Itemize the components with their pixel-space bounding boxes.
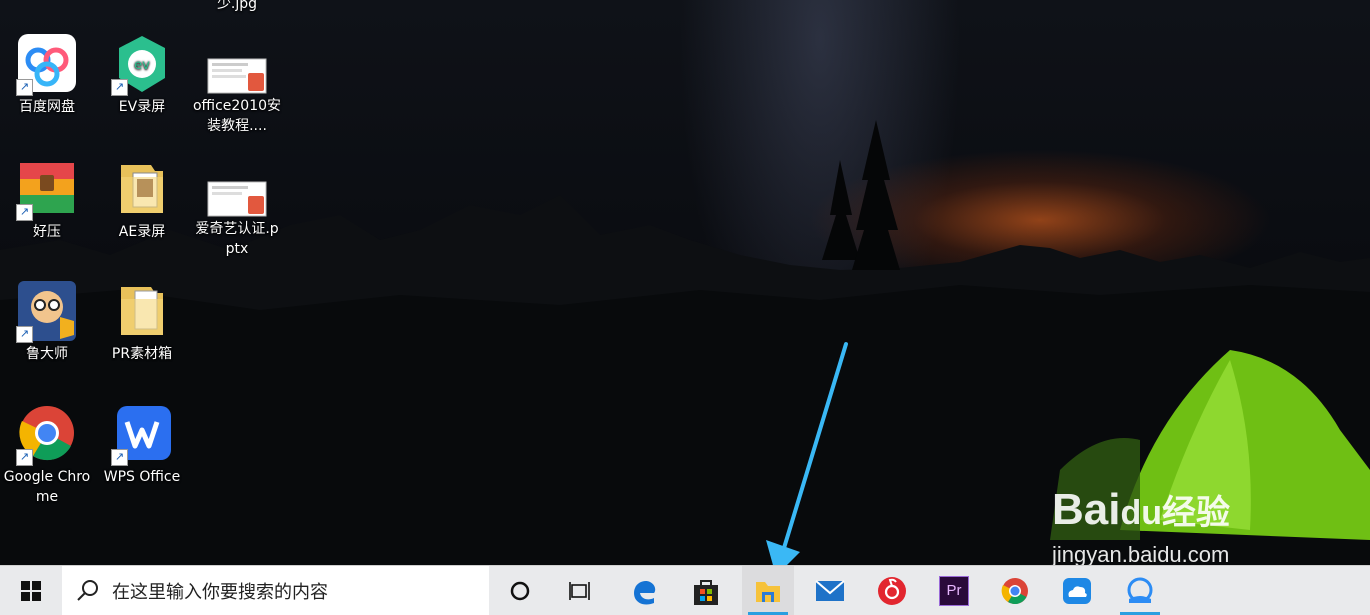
start-button[interactable]: [0, 566, 62, 615]
watermark-paw-du: du: [1120, 494, 1163, 532]
icon-label: WPS Office: [103, 469, 181, 485]
search-icon: [77, 579, 98, 601]
partial-file-label[interactable]: 少.jpg: [192, 0, 282, 14]
wps-icon: ↗: [111, 404, 173, 466]
taskbar-edge[interactable]: [619, 566, 669, 615]
chrome-icon: ↗: [16, 404, 78, 466]
taskbar-file-explorer[interactable]: [742, 566, 794, 615]
shortcut-arrow-icon: ↗: [16, 449, 33, 466]
desktop-icon-pr-folder[interactable]: PR素材箱: [97, 281, 187, 364]
desktop-icon-google-chrome[interactable]: ↗ Google Chrome: [2, 404, 92, 507]
shortcut-arrow-icon: ↗: [111, 449, 128, 466]
desktop-icon-haozip[interactable]: ↗ 好压: [2, 159, 92, 242]
baidu-netdisk-icon: [1127, 577, 1153, 603]
icon-label: 好压: [33, 224, 61, 240]
windows-icon: [21, 580, 41, 601]
icon-label: EV录屏: [118, 99, 166, 115]
desktop-icon-iqiyi-pptx[interactable]: 爱奇艺认证.pptx: [192, 180, 282, 259]
task-view-button[interactable]: [555, 566, 605, 615]
file-label: 少.jpg: [216, 0, 258, 12]
desktop: 少.jpg ↗ 百度网盘 ↗ 好压 ↗ 鲁大师 ↗ Google Chrome …: [0, 0, 1370, 565]
store-icon: [694, 579, 718, 605]
desktop-icon-office2010-pptx[interactable]: office2010安装教程....: [192, 57, 282, 136]
baidu-netdisk-icon: ↗: [16, 34, 78, 96]
chrome-icon: [1001, 577, 1028, 604]
shortcut-arrow-icon: ↗: [111, 79, 128, 96]
task-view-icon: [569, 581, 590, 600]
pptx-file-icon: [206, 57, 268, 95]
watermark-suffix: 经验: [1162, 494, 1231, 532]
search-input[interactable]: 在这里输入你要搜索的内容: [62, 566, 489, 615]
icon-label: Google Chrome: [3, 469, 91, 505]
icon-label: AE录屏: [118, 224, 166, 240]
ludashi-icon: ↗: [16, 281, 78, 343]
search-placeholder: 在这里输入你要搜索的内容: [112, 581, 328, 603]
taskbar-premiere[interactable]: Pr: [929, 566, 979, 615]
taskbar-chrome[interactable]: [990, 566, 1040, 615]
netease-music-icon: [878, 576, 906, 605]
svg-text:ev: ev: [134, 58, 150, 73]
onedrive-icon: [1063, 577, 1091, 604]
pptx-file-icon: [206, 180, 268, 218]
cortana-button[interactable]: [495, 566, 545, 615]
file-explorer-icon: [756, 581, 780, 602]
taskbar-store[interactable]: [681, 566, 731, 615]
taskbar-netease-music[interactable]: [867, 566, 917, 615]
shortcut-arrow-icon: ↗: [16, 326, 33, 343]
premiere-icon: Pr: [939, 575, 969, 606]
icon-label: 爱奇艺认证.pptx: [195, 221, 279, 257]
cortana-icon: [510, 581, 530, 600]
shortcut-arrow-icon: ↗: [16, 204, 33, 221]
mail-icon: [815, 579, 845, 601]
edge-icon: [634, 580, 656, 605]
haozip-icon: ↗: [16, 159, 78, 221]
premiere-text: Pr: [946, 581, 962, 599]
taskbar-baidu-netdisk[interactable]: [1114, 566, 1166, 615]
desktop-icon-wps-office[interactable]: ↗ WPS Office: [97, 404, 187, 487]
taskbar-mail[interactable]: [805, 566, 855, 615]
baidu-jingyan-watermark: Baidu经验 jingyan.baidu.com: [1052, 485, 1352, 565]
icon-label: 百度网盘: [19, 99, 75, 115]
taskbar: 在这里输入你要搜索的内容 Pr: [0, 565, 1370, 615]
ev-recorder-icon: ev ↗: [111, 34, 173, 96]
desktop-icon-ae-folder[interactable]: AE录屏: [97, 159, 187, 242]
folder-icon: [111, 159, 173, 221]
taskbar-onedrive[interactable]: [1052, 566, 1102, 615]
desktop-icon-ev-recorder[interactable]: ev ↗ EV录屏: [97, 34, 187, 117]
desktop-icon-baidu-netdisk[interactable]: ↗ 百度网盘: [2, 34, 92, 117]
icon-label: office2010安装教程....: [192, 98, 282, 134]
folder-icon: [111, 281, 173, 343]
watermark-brand: Bai: [1052, 485, 1121, 534]
icon-label: PR素材箱: [111, 346, 173, 362]
shortcut-arrow-icon: ↗: [16, 79, 33, 96]
watermark-url: jingyan.baidu.com: [1052, 542, 1230, 565]
icon-label: 鲁大师: [26, 346, 68, 362]
desktop-icon-ludashi[interactable]: ↗ 鲁大师: [2, 281, 92, 364]
